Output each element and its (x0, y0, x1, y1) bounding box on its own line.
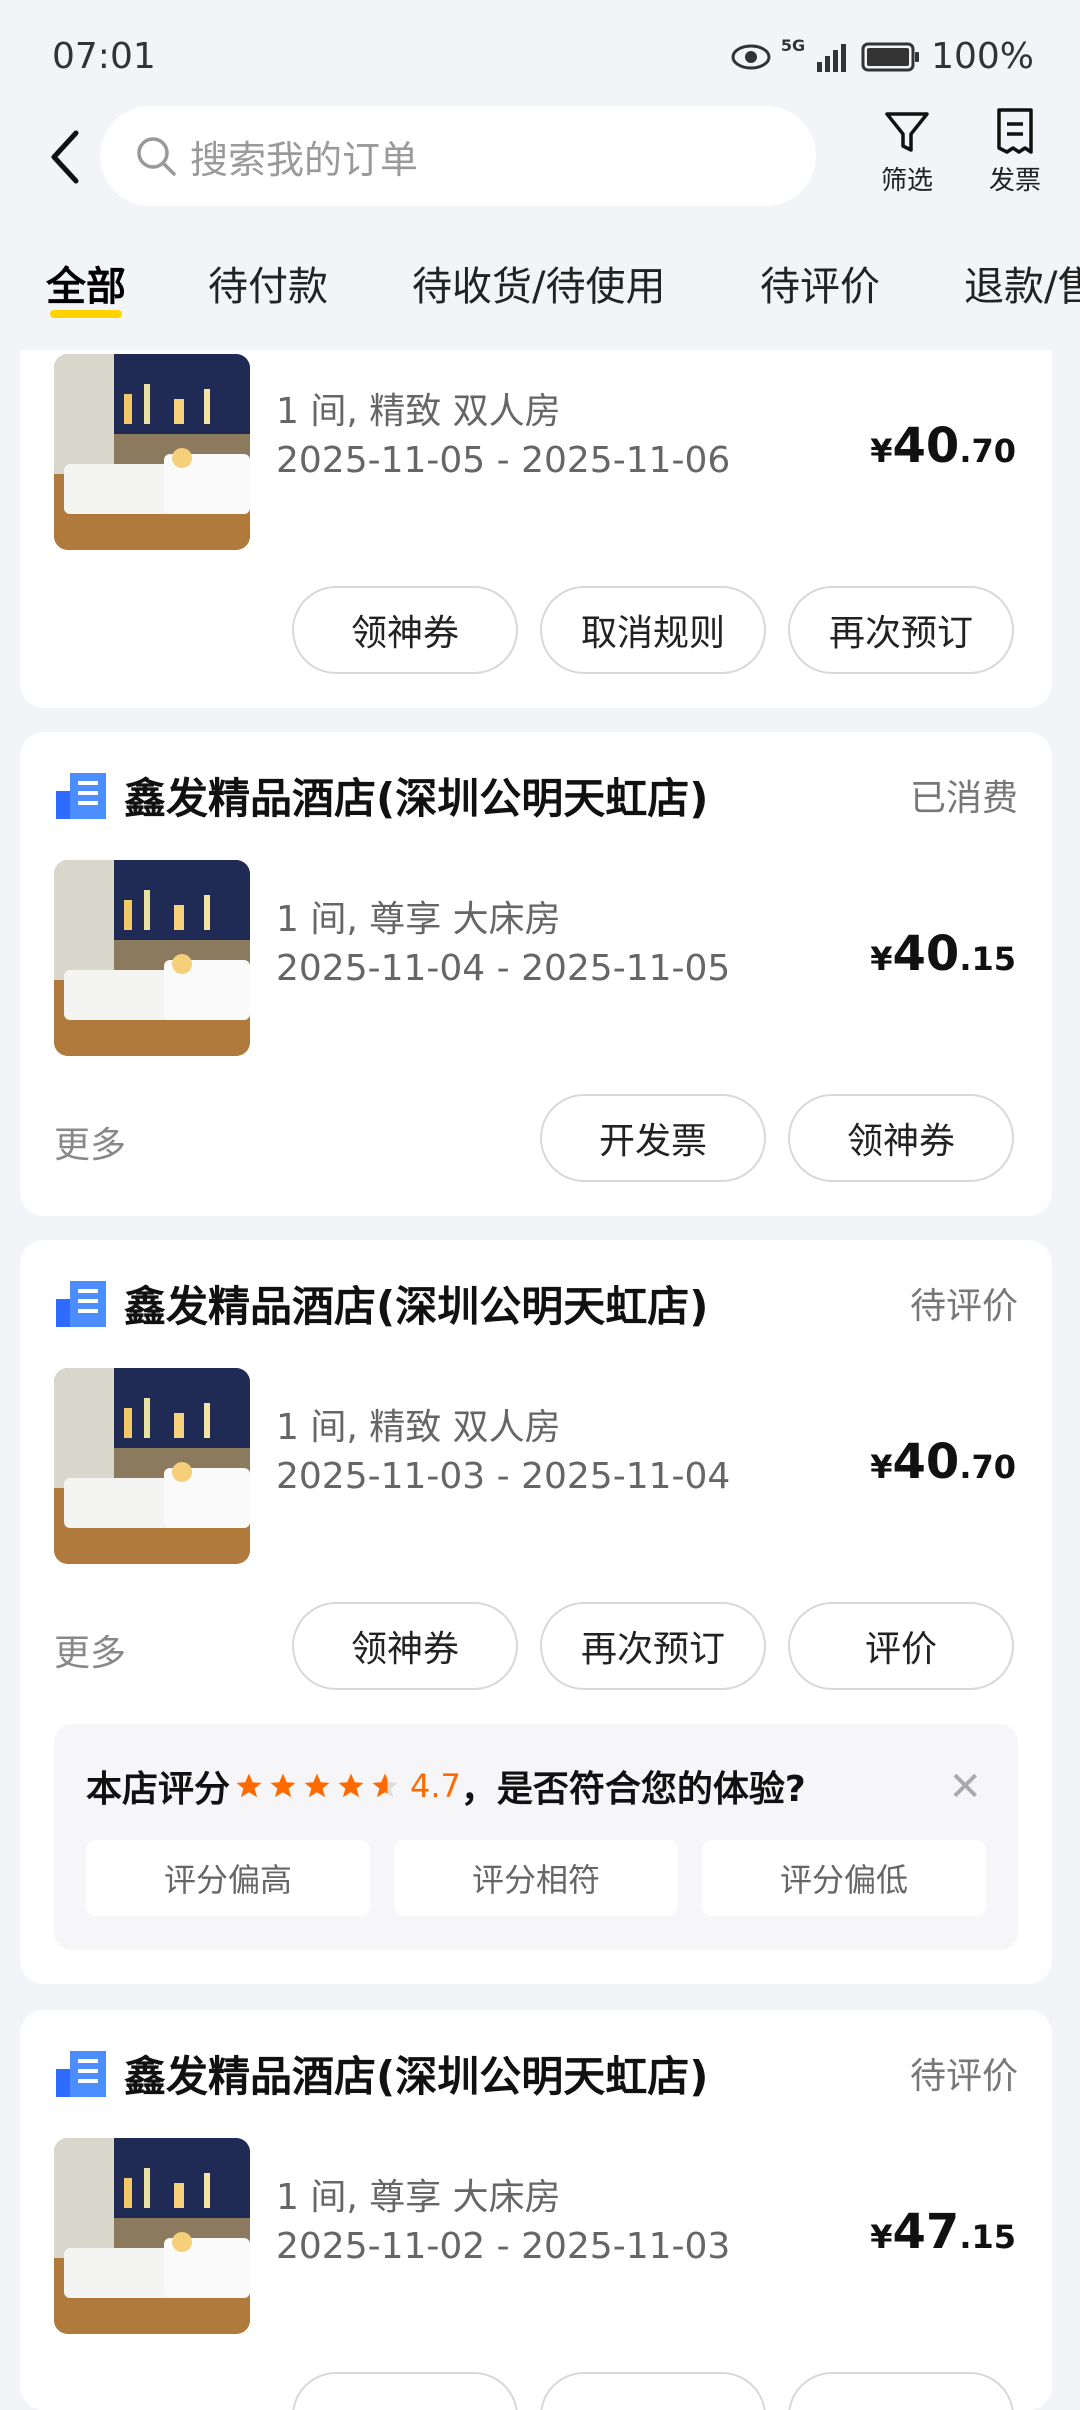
tab-refund[interactable]: 退款/售后 (964, 254, 1080, 312)
order-card[interactable]: 鑫发精品酒店(深圳公明天虹店) 待评价 1 间, 精致 双人房 2025-11-… (20, 1240, 1052, 1984)
star-icon (304, 1773, 330, 1798)
hotel-icon (56, 1281, 106, 1327)
close-icon[interactable]: ✕ (948, 1764, 982, 1810)
order-card[interactable]: 鑫发精品酒店(深圳公明天虹店) 待评价 1 间, 尊享 大床房 2025-11-… (20, 2010, 1052, 2410)
rating-stars (234, 1771, 400, 1801)
star-icon (270, 1773, 296, 1798)
battery-icon (861, 42, 920, 71)
hotel-room-image (54, 860, 250, 1056)
star-icon (236, 1773, 262, 1798)
stay-dates: 2025-11-04 - 2025-11-05 (276, 948, 731, 989)
filter-icon (885, 112, 929, 152)
rebook-button[interactable]: 再次预订 (540, 1602, 766, 1690)
order-price: ¥40.70 (870, 418, 1016, 474)
stay-dates: 2025-11-02 - 2025-11-03 (276, 2226, 731, 2267)
cancel-policy-button[interactable]: 取消规则 (540, 586, 766, 674)
room-type: 1 间, 精致 双人房 (276, 1407, 561, 1448)
order-status: 待评价 (909, 1286, 1018, 1327)
rating-label: 本店评分 (86, 1769, 231, 1810)
order-status: 待评价 (909, 2056, 1018, 2097)
rating-score: 4.7 (410, 1767, 461, 1805)
order-status: 已消费 (909, 778, 1018, 819)
tab-pending-review[interactable]: 待评价 (760, 254, 880, 312)
order-price: ¥47.15 (870, 2204, 1016, 2260)
hotel-icon (56, 773, 106, 819)
action-button[interactable] (788, 2372, 1014, 2410)
half-star-icon (372, 1773, 398, 1798)
invoice-icon (997, 108, 1033, 154)
rating-accurate-button[interactable]: 评分相符 (394, 1840, 678, 1916)
more-link[interactable]: 更多 (54, 1116, 126, 1168)
hotel-room-image (54, 2138, 250, 2334)
tab-pending-use[interactable]: 待收货/待使用 (412, 254, 665, 312)
invoice-request-button[interactable]: 开发票 (540, 1094, 766, 1182)
hotel-name[interactable]: 鑫发精品酒店(深圳公明天虹店) (124, 765, 910, 826)
order-price: ¥40.70 (870, 1434, 1016, 1490)
tab-active-indicator (50, 310, 122, 318)
back-button[interactable] (40, 122, 90, 192)
star-icon (338, 1773, 364, 1798)
back-arrow-icon (51, 130, 79, 184)
signal-icon (817, 43, 847, 72)
action-button[interactable] (540, 2372, 766, 2410)
coupon-button[interactable]: 领神券 (292, 1602, 518, 1690)
top-bar: 搜索我的订单 筛选 发票 (0, 100, 1080, 220)
status-bar: 07:01 5G 100% (0, 0, 1080, 100)
invoice-button[interactable]: 发票 (970, 106, 1060, 216)
hotel-icon (56, 2051, 106, 2097)
invoice-label: 发票 (988, 166, 1041, 196)
status-time: 07:01 (52, 36, 156, 77)
battery-percent: 100% (931, 36, 1034, 77)
room-type: 1 间, 尊享 大床房 (276, 899, 561, 940)
rating-too-low-button[interactable]: 评分偏低 (702, 1840, 986, 1916)
stay-dates: 2025-11-05 - 2025-11-06 (276, 440, 731, 481)
rating-too-high-button[interactable]: 评分偏高 (86, 1840, 370, 1916)
hotel-room-image (54, 1368, 250, 1564)
review-button[interactable]: 评价 (788, 1602, 1014, 1690)
room-type: 1 间, 精致 双人房 (276, 391, 561, 432)
order-card[interactable]: 1 间, 精致 双人房 2025-11-05 - 2025-11-06 ¥40.… (20, 350, 1052, 708)
tab-all[interactable]: 全部 (46, 254, 126, 312)
order-price: ¥40.15 (870, 926, 1016, 982)
filter-label: 筛选 (880, 166, 933, 196)
search-placeholder: 搜索我的订单 (190, 137, 419, 182)
eye-icon (731, 44, 771, 69)
tab-pending-payment[interactable]: 待付款 (208, 254, 328, 312)
filter-button[interactable]: 筛选 (862, 106, 952, 216)
search-input[interactable]: 搜索我的订单 (100, 106, 816, 206)
order-tabs: 全部 待付款 待收货/待使用 待评价 退款/售后 (0, 230, 1080, 350)
order-card[interactable]: 鑫发精品酒店(深圳公明天虹店) 已消费 1 间, 尊享 大床房 2025-11-… (20, 732, 1052, 1216)
more-link[interactable]: 更多 (54, 1624, 126, 1676)
coupon-button[interactable]: 领神券 (788, 1094, 1014, 1182)
hotel-name[interactable]: 鑫发精品酒店(深圳公明天虹店) (124, 2043, 910, 2104)
rating-question: ，是否符合您的体验? (460, 1769, 806, 1810)
coupon-button[interactable]: 领神券 (292, 586, 518, 674)
room-type: 1 间, 尊享 大床房 (276, 2177, 561, 2218)
rating-feedback-panel: 本店评分 4.7 ，是否符合您的体验? ✕ 评分偏高 评分相符 评分偏低 (54, 1724, 1018, 1950)
search-icon (137, 137, 176, 176)
action-button[interactable] (292, 2372, 518, 2410)
hotel-room-image (54, 354, 250, 550)
rebook-button[interactable]: 再次预订 (788, 586, 1014, 674)
hotel-name[interactable]: 鑫发精品酒店(深圳公明天虹店) (124, 1273, 910, 1334)
network-label: 5G (780, 36, 806, 55)
stay-dates: 2025-11-03 - 2025-11-04 (276, 1456, 731, 1497)
